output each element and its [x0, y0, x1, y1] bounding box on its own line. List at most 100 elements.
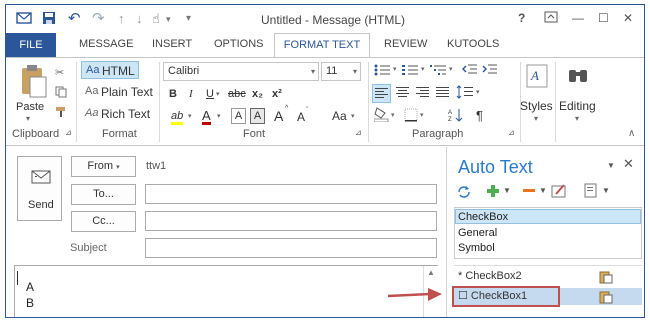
undo-icon[interactable]: ↶ — [68, 11, 81, 27]
change-case-button[interactable]: Aa — [332, 109, 347, 123]
insert-entry-icon[interactable] — [599, 270, 613, 284]
cc-field[interactable] — [145, 211, 437, 231]
superscript-button[interactable]: x² — [272, 88, 282, 100]
clear-formatting-button[interactable]: A — [231, 108, 246, 124]
cc-button[interactable]: Cc... — [71, 211, 136, 232]
align-center-icon[interactable] — [396, 87, 410, 98]
tab-insert[interactable]: INSERT — [152, 38, 192, 50]
subscript-button[interactable]: x₂ — [252, 88, 263, 100]
format-rich-text-button[interactable]: Rich Text — [101, 107, 150, 121]
show-hide-marks-icon[interactable]: ¶ — [476, 108, 483, 123]
shading-icon[interactable] — [374, 107, 390, 122]
text-highlight-button[interactable]: ab — [171, 110, 184, 125]
editing-dropdown-icon[interactable]: ▾ — [575, 114, 579, 123]
bold-button[interactable]: B — [169, 88, 177, 100]
category-item[interactable]: Symbol — [458, 242, 495, 254]
tab-format-text[interactable]: FORMAT TEXT — [274, 33, 370, 58]
italic-button[interactable]: I — [189, 88, 193, 100]
highlight-dropdown-icon[interactable]: ▾ — [188, 112, 192, 120]
font-color-dropdown-icon[interactable]: ▾ — [217, 112, 221, 120]
send-button[interactable]: Send — [17, 156, 62, 221]
message-body[interactable]: A B ▲ — [14, 265, 438, 317]
tab-options[interactable]: OPTIONS — [214, 38, 264, 50]
paste-dropdown-icon[interactable]: ▾ — [26, 114, 30, 123]
paragraph-launcher-icon[interactable]: ⊿ — [508, 128, 515, 137]
customize-qat-icon[interactable]: ▾ — [186, 11, 191, 27]
font-launcher-icon[interactable]: ⊿ — [355, 128, 362, 137]
decrease-indent-icon[interactable] — [462, 63, 478, 75]
strikethrough-button[interactable]: abc — [228, 88, 246, 100]
bullets-dropdown-icon[interactable]: ▾ — [393, 65, 397, 73]
numbering-dropdown-icon[interactable]: ▾ — [421, 65, 425, 73]
shading-dropdown-icon[interactable]: ▾ — [391, 111, 395, 119]
to-field[interactable] — [145, 184, 437, 204]
styles-icon[interactable]: A — [526, 64, 548, 88]
font-size-select[interactable]: 11 ▾ — [321, 62, 361, 81]
insert-entry-icon[interactable] — [599, 290, 613, 304]
editing-label[interactable]: Editing — [559, 99, 596, 113]
numbering-icon[interactable] — [402, 64, 420, 76]
bullets-icon[interactable] — [374, 64, 392, 76]
format-html-button[interactable]: Aa HTML — [81, 61, 139, 79]
underline-dropdown-icon[interactable]: ▾ — [216, 90, 220, 98]
styles-label[interactable]: Styles — [520, 99, 553, 113]
close-button[interactable]: ✕ — [623, 11, 633, 25]
tab-review[interactable]: REVIEW — [384, 38, 427, 50]
redo-icon[interactable]: ↷ — [92, 11, 105, 27]
clipboard-launcher-icon[interactable]: ⊿ — [65, 128, 72, 137]
remove-dropdown-icon[interactable]: ▼ — [539, 186, 547, 195]
remove-icon[interactable] — [522, 184, 536, 198]
to-button[interactable]: To... — [71, 184, 136, 205]
minimize-button[interactable]: — — [572, 11, 584, 25]
format-painter-icon[interactable] — [55, 106, 67, 118]
touch-mode-icon[interactable]: ☝ — [152, 11, 160, 27]
collapse-ribbon-icon[interactable]: ∧ — [628, 128, 635, 139]
ribbon-display-options-icon[interactable] — [544, 11, 558, 23]
category-item[interactable]: CheckBox — [458, 211, 508, 223]
pane-close-icon[interactable]: ✕ — [623, 156, 634, 172]
multilevel-list-icon[interactable] — [430, 64, 448, 76]
category-item[interactable]: General — [458, 227, 497, 239]
tab-kutools[interactable]: KUTOOLS — [447, 38, 499, 50]
paste-label[interactable]: Paste — [16, 101, 44, 113]
subject-field[interactable] — [145, 238, 437, 258]
align-left-button[interactable] — [372, 84, 391, 103]
character-shading-button[interactable]: A — [250, 108, 265, 124]
multilevel-dropdown-icon[interactable]: ▾ — [449, 65, 453, 73]
pane-options-icon[interactable]: ▼ — [607, 161, 615, 170]
borders-icon[interactable] — [404, 108, 418, 122]
settings-icon[interactable] — [584, 183, 598, 198]
edit-icon[interactable] — [551, 183, 567, 198]
auto-text-entry[interactable]: * CheckBox2 — [454, 268, 642, 285]
line-spacing-icon[interactable] — [456, 85, 474, 99]
increase-indent-icon[interactable] — [482, 63, 498, 75]
add-icon[interactable] — [486, 184, 500, 198]
paste-icon[interactable] — [18, 64, 48, 98]
sort-icon[interactable]: AZ — [448, 108, 464, 122]
styles-dropdown-icon[interactable]: ▾ — [534, 114, 538, 123]
add-dropdown-icon[interactable]: ▼ — [503, 186, 511, 195]
up-arrow-icon[interactable]: ↑ — [118, 11, 125, 27]
tab-message[interactable]: MESSAGE — [79, 38, 133, 50]
justify-icon[interactable] — [436, 87, 450, 98]
font-color-button[interactable]: A — [202, 109, 211, 125]
maximize-button[interactable]: ☐ — [598, 11, 609, 25]
underline-button[interactable]: U — [206, 88, 214, 100]
grow-font-button[interactable]: A — [274, 108, 283, 124]
help-button[interactable]: ? — [518, 11, 525, 25]
save-icon[interactable] — [42, 11, 56, 27]
line-spacing-dropdown-icon[interactable]: ▾ — [476, 88, 480, 96]
align-right-icon[interactable] — [416, 87, 430, 98]
touch-dropdown-icon[interactable]: ▾ — [166, 11, 171, 27]
format-plain-text-button[interactable]: Plain Text — [101, 85, 153, 99]
binoculars-icon[interactable] — [567, 66, 589, 86]
from-button[interactable]: From ▾ — [71, 156, 136, 177]
down-arrow-icon[interactable]: ↓ — [136, 11, 143, 27]
change-case-dropdown-icon[interactable]: ▾ — [351, 112, 355, 120]
cut-icon[interactable]: ✂ — [55, 66, 64, 79]
settings-dropdown-icon[interactable]: ▼ — [602, 186, 610, 195]
refresh-icon[interactable] — [457, 185, 471, 199]
borders-dropdown-icon[interactable]: ▾ — [420, 111, 424, 119]
scroll-up-icon[interactable]: ▲ — [427, 268, 435, 277]
shrink-font-button[interactable]: A — [297, 110, 305, 124]
